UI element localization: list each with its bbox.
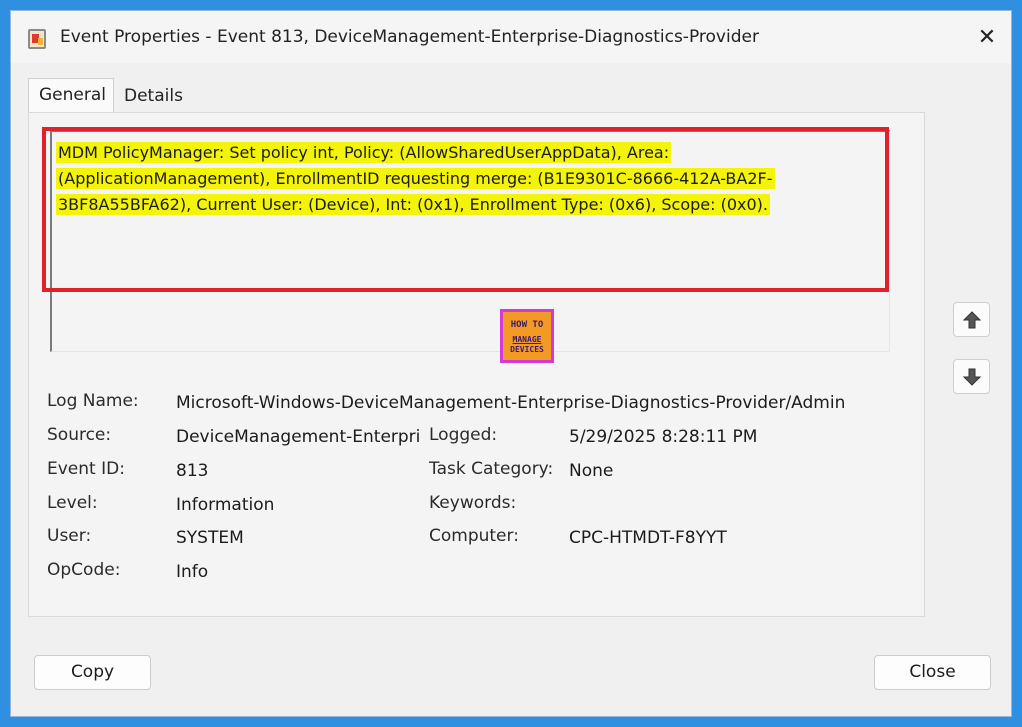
general-panel: MDM PolicyManager: Set policy int, Polic… [28,112,925,617]
arrow-up-icon [963,311,981,329]
watermark-line-2: MANAGE [512,335,542,344]
event-id-label: Event ID: [47,459,125,479]
event-properties-window: Event Properties - Event 813, DeviceMana… [10,10,1012,717]
copy-button[interactable]: Copy [34,655,151,690]
event-description-box[interactable]: MDM PolicyManager: Set policy int, Polic… [50,130,890,352]
tab-general[interactable]: General [28,78,114,112]
next-event-button[interactable] [953,359,990,394]
user-label: User: [47,526,92,546]
log-name-value: Microsoft-Windows-DeviceManagement-Enter… [176,393,846,413]
logged-label: Logged: [429,425,498,445]
opcode-label: OpCode: [47,560,121,580]
event-description-highlight: MDM PolicyManager: Set policy int, Polic… [56,142,775,215]
arrow-down-icon [963,368,981,386]
log-name-label: Log Name: [47,391,139,411]
level-label: Level: [47,493,98,513]
level-value: Information [176,495,275,515]
previous-event-button[interactable] [953,302,990,337]
window-title: Event Properties - Event 813, DeviceMana… [60,27,759,47]
logged-value: 5/29/2025 8:28:11 PM [569,427,758,447]
title-bar[interactable]: Event Properties - Event 813, DeviceMana… [11,11,1011,63]
user-value: SYSTEM [176,528,244,548]
computer-value: CPC-HTMDT-F8YYT [569,528,727,548]
watermark-line-1: HOW TO [510,320,544,330]
watermark-line-3: DEVICES [510,345,544,354]
source-label: Source: [47,425,112,445]
computer-label: Computer: [429,526,519,546]
close-button[interactable]: Close [874,655,991,690]
opcode-value: Info [176,562,209,582]
tab-details[interactable]: Details [114,83,188,112]
keywords-label: Keywords: [429,493,517,513]
task-category-value: None [569,461,614,481]
task-category-label: Task Category: [429,459,554,479]
window-close-button[interactable]: ✕ [973,24,1001,52]
event-viewer-app-icon [28,29,46,49]
watermark-logo: HOW TO MANAGE DEVICES [500,309,554,363]
source-value: DeviceManagement-Enterpri [176,427,421,447]
event-description-text: MDM PolicyManager: Set policy int, Polic… [56,140,816,218]
event-id-value: 813 [176,461,209,481]
